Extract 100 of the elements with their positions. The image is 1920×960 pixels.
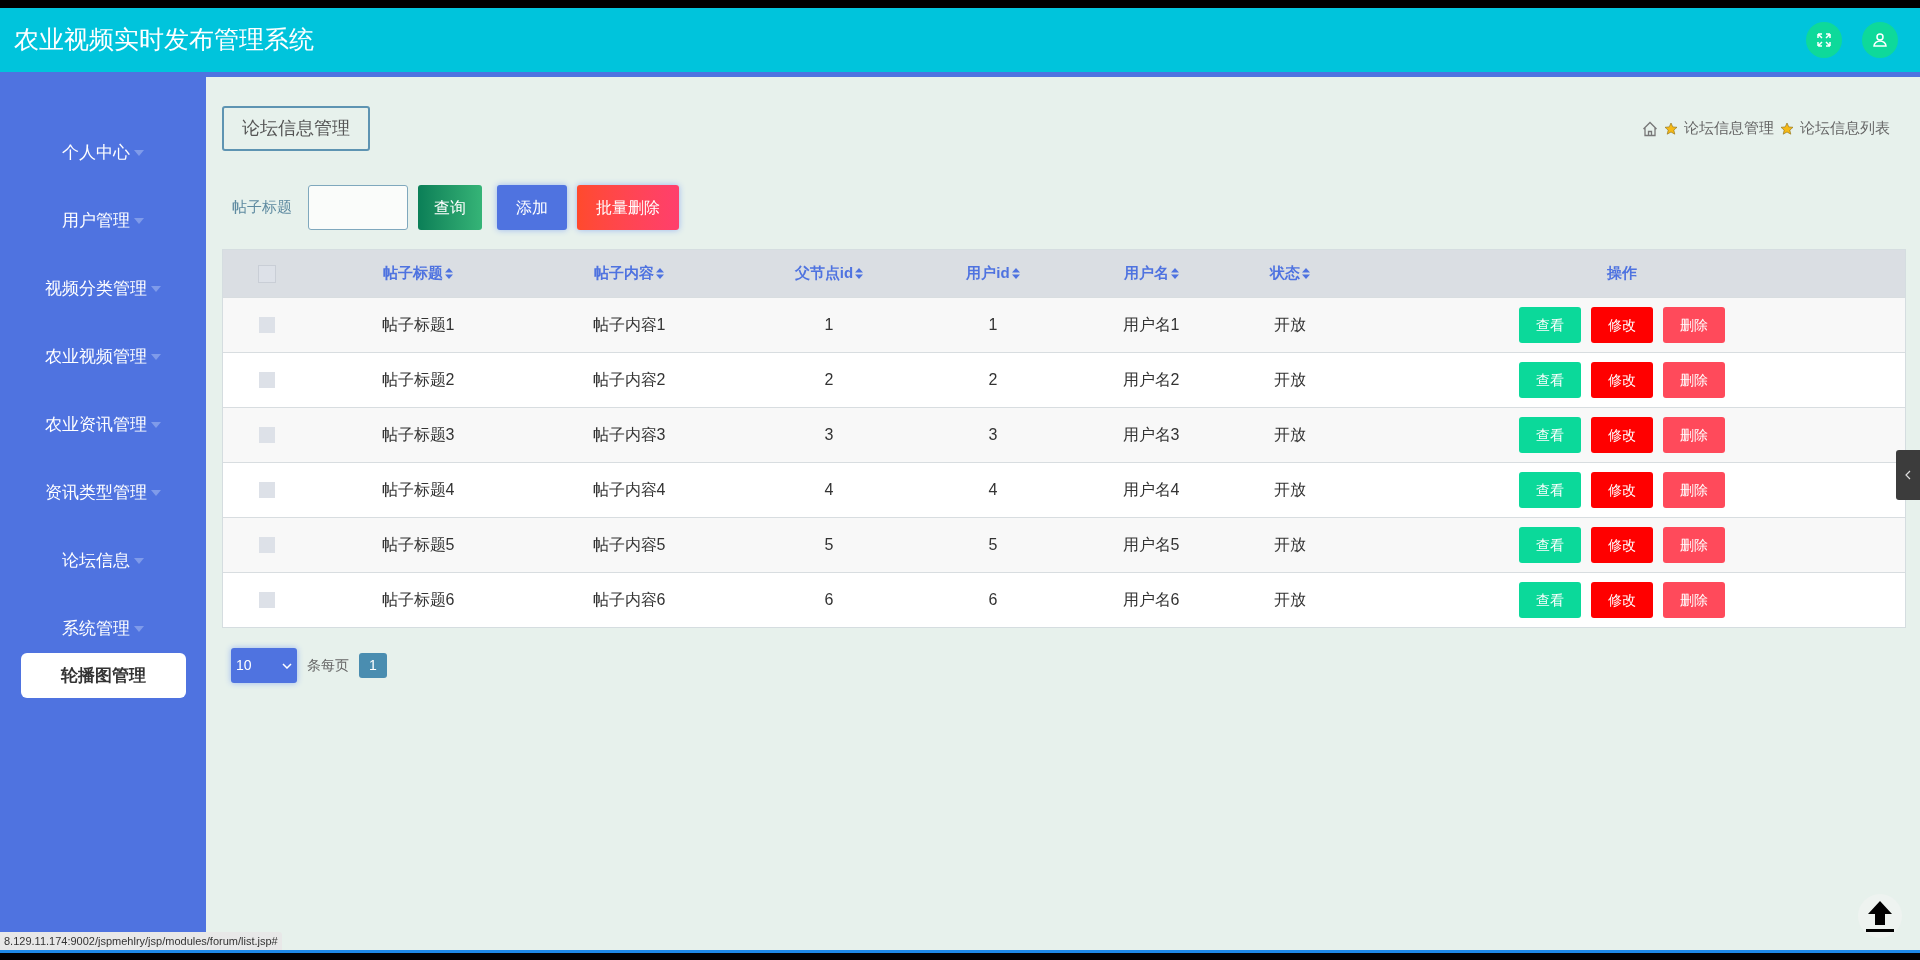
table-cell-text: 6 [988, 590, 998, 610]
table-cell-text: 开放 [1274, 535, 1306, 555]
column-header[interactable]: 帖子内容 [594, 262, 664, 285]
edit-button[interactable]: 修改 [1591, 582, 1653, 618]
edit-button[interactable]: 修改 [1591, 472, 1653, 508]
search-field[interactable] [308, 185, 408, 230]
table-cell-text: 3 [988, 425, 998, 445]
table-cell-text: 1 [988, 315, 998, 335]
per-page-label: 条每页 [307, 656, 349, 675]
checkbox[interactable] [259, 482, 275, 498]
page-title: 论坛信息管理 [222, 106, 370, 151]
sidebar-menu-item[interactable]: 论坛信息 [62, 527, 144, 595]
batch-delete-button[interactable]: 批量删除 [577, 185, 679, 230]
back-to-top-button[interactable] [1858, 894, 1902, 938]
edit-button[interactable]: 修改 [1591, 417, 1653, 453]
sort-icon[interactable] [1011, 268, 1020, 279]
delete-button[interactable]: 删除 [1663, 472, 1725, 508]
sidebar-menu-item[interactable]: 用户管理 [62, 187, 144, 255]
sort-icon[interactable] [855, 268, 864, 279]
fullscreen-icon [1816, 32, 1832, 48]
chevron-left-icon [1905, 470, 1911, 480]
checkbox[interactable] [259, 372, 275, 388]
edit-button[interactable]: 修改 [1591, 362, 1653, 398]
sort-icon[interactable] [1302, 268, 1310, 279]
collapse-tab[interactable] [1896, 450, 1920, 500]
table-cell-text: 帖子标题5 [381, 535, 455, 555]
delete-button[interactable]: 删除 [1663, 307, 1725, 343]
table-cell-text: 开放 [1274, 425, 1306, 445]
table-cell-text: 帖子标题2 [381, 370, 455, 390]
table-cell-text: 帖子内容5 [592, 535, 666, 555]
fullscreen-button[interactable] [1806, 22, 1842, 58]
table-cell-text: 1 [824, 315, 834, 335]
sidebar-menu-item[interactable]: 农业资讯管理 [45, 391, 161, 459]
sort-icon[interactable] [656, 268, 664, 279]
table-cell-text: 用户名1 [1122, 315, 1180, 335]
column-header[interactable]: 帖子标题 [383, 262, 453, 285]
star-icon [1780, 121, 1794, 136]
checkbox[interactable] [259, 537, 275, 553]
edit-button[interactable]: 修改 [1591, 307, 1653, 343]
table-cell-text: 帖子内容6 [592, 590, 666, 610]
page-button[interactable]: 1 [359, 653, 387, 678]
table-cell-text: 开放 [1274, 480, 1306, 500]
chevron-down-icon [282, 662, 292, 669]
delete-button[interactable]: 删除 [1663, 527, 1725, 563]
sidebar-menu-item[interactable]: 个人中心 [62, 119, 144, 187]
status-url: 8.129.11.174:9002/jspmehlry/jsp/modules/forum/list.jsp# [0, 931, 282, 950]
sort-icon[interactable] [445, 268, 453, 279]
sort-icon[interactable] [1170, 268, 1179, 279]
sidebar-menu-item[interactable]: 资讯类型管理 [45, 459, 161, 527]
caret-down-icon [134, 218, 144, 224]
table-cell-text: 2 [988, 370, 998, 390]
page-size-select[interactable]: 10 [231, 648, 297, 683]
sidebar-menu-item[interactable]: 视频分类管理 [45, 255, 161, 323]
table-cell-text: 2 [824, 370, 834, 390]
search-label: 帖子标题 [232, 197, 292, 218]
home-icon[interactable] [1642, 120, 1658, 137]
edit-button[interactable]: 修改 [1591, 527, 1653, 563]
upload-arrow-icon [1864, 899, 1896, 933]
user-button[interactable] [1862, 22, 1898, 58]
table-cell-text: 用户名6 [1122, 590, 1180, 610]
add-button[interactable]: 添加 [497, 185, 567, 230]
table-cell-text: 开放 [1274, 370, 1306, 390]
checkbox[interactable] [259, 317, 275, 333]
caret-down-icon [134, 626, 144, 632]
caret-down-icon [151, 422, 161, 428]
table-cell-text: 帖子内容2 [592, 370, 666, 390]
table-cell-text: 帖子内容1 [592, 315, 666, 335]
sidebar-submenu-item[interactable]: 轮播图管理 [20, 653, 186, 698]
table-cell-text: 5 [988, 535, 998, 555]
breadcrumb-item[interactable]: 论坛信息列表 [1800, 117, 1890, 140]
breadcrumb-item[interactable]: 论坛信息管理 [1684, 117, 1774, 140]
table-cell-text: 帖子标题3 [381, 425, 455, 445]
column-header[interactable]: 状态 [1270, 262, 1310, 285]
column-header[interactable]: 用户名 [1123, 262, 1179, 285]
caret-down-icon [151, 286, 161, 292]
star-icon [1664, 121, 1678, 136]
table-cell-text: 开放 [1274, 315, 1306, 335]
caret-down-icon [151, 354, 161, 360]
checkbox[interactable] [259, 592, 275, 608]
table-cell-text: 帖子内容4 [592, 480, 666, 500]
caret-down-icon [151, 490, 161, 496]
sidebar-menu-item[interactable]: 农业视频管理 [45, 323, 161, 391]
column-header: 操作 [1607, 263, 1637, 284]
table-cell-text: 帖子内容3 [592, 425, 666, 445]
delete-button[interactable]: 删除 [1663, 582, 1725, 618]
column-header[interactable]: 用户id [966, 262, 1020, 285]
checkbox[interactable] [259, 427, 275, 443]
table-cell-text: 用户名2 [1122, 370, 1180, 390]
delete-button[interactable]: 删除 [1663, 362, 1725, 398]
delete-button[interactable]: 删除 [1663, 417, 1725, 453]
table-cell-text: 帖子标题6 [381, 590, 455, 610]
column-header[interactable]: 父节点id [794, 262, 864, 285]
table-cell-text: 开放 [1274, 590, 1306, 610]
table-cell-text: 用户名3 [1122, 425, 1180, 445]
table-cell-text: 4 [988, 480, 998, 500]
table-cell-text: 帖子标题4 [381, 480, 455, 500]
table-cell-text: 6 [824, 590, 834, 610]
caret-down-icon [134, 150, 144, 156]
search-button[interactable]: 查询 [418, 185, 482, 230]
table-cell-text: 用户名4 [1122, 480, 1180, 500]
